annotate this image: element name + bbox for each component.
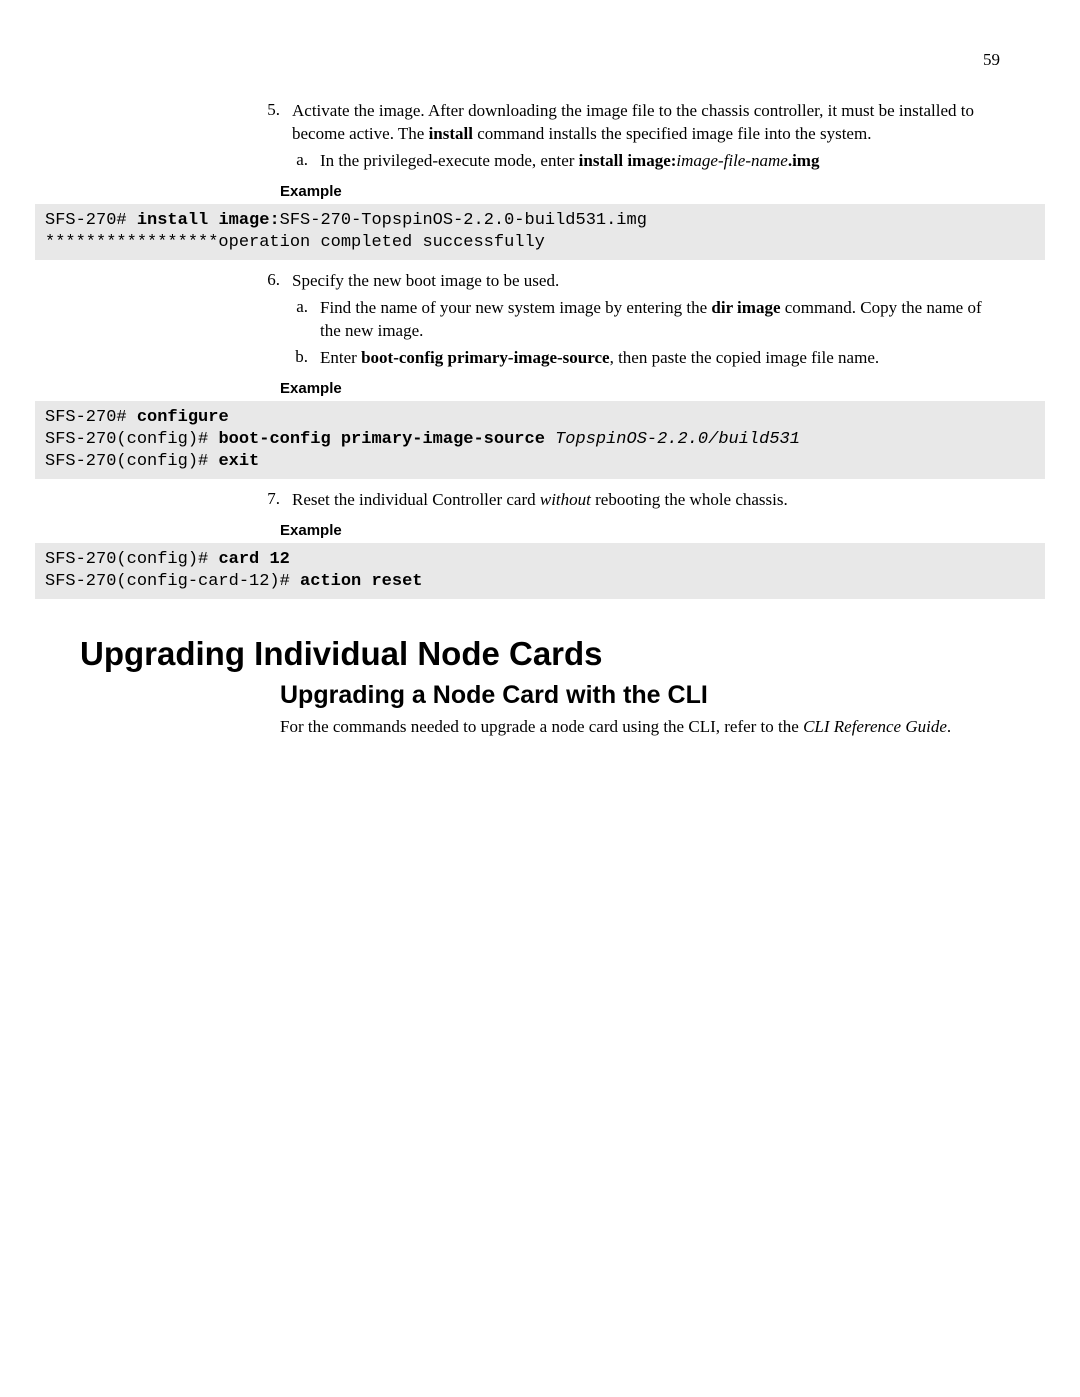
heading-upgrading-individual-node-cards: Upgrading Individual Node Cards [80, 635, 1000, 673]
code1-l1c: SFS-270-TopspinOS-2.2.0-build531.img [280, 211, 647, 230]
step-6b: b. Enter boot-config primary-image-sourc… [80, 347, 1000, 370]
code2-l3a: SFS-270(config)# [45, 452, 218, 471]
step-6-number: 6. [80, 270, 292, 293]
step-6a-b1: dir image [711, 298, 780, 317]
code-block-1: SFS-270# install image:SFS-270-TopspinOS… [35, 204, 1045, 260]
step-5-bold: install [429, 124, 473, 143]
code2-l2a: SFS-270(config)# [45, 430, 218, 449]
step-5-text: Activate the image. After downloading th… [292, 100, 1000, 146]
code-block-2: SFS-270# configure SFS-270(config)# boot… [35, 401, 1045, 479]
code1-l1a: SFS-270# [45, 211, 137, 230]
step-5a-i1: image-file-name [676, 151, 787, 170]
code2-l2b: boot-config primary-image-source [218, 430, 555, 449]
step-6b-b1: boot-config primary-image-source [361, 348, 610, 367]
step-6a-text: Find the name of your new system image b… [320, 297, 1000, 343]
step-7: 7. Reset the individual Controller card … [80, 489, 1000, 512]
example-label-2: Example [280, 380, 1000, 397]
page-number: 59 [80, 50, 1000, 70]
step-5: 5. Activate the image. After downloading… [80, 100, 1000, 146]
code2-l2c: TopspinOS-2.2.0/build531 [555, 430, 800, 449]
step-5a-b2: .img [788, 151, 820, 170]
step-6b-t2: , then paste the copied image file name. [610, 348, 880, 367]
code3-l2b: action reset [300, 572, 422, 591]
step-5-number: 5. [80, 100, 292, 146]
step-5a-text: In the privileged-execute mode, enter in… [320, 150, 1000, 173]
page-container: 59 5. Activate the image. After download… [0, 0, 1080, 789]
step-6b-letter: b. [80, 347, 320, 370]
code2-l3b: exit [218, 452, 259, 471]
code3-l1b: card 12 [218, 550, 289, 569]
step-5a-letter: a. [80, 150, 320, 173]
step-6a-letter: a. [80, 297, 320, 343]
step-7-text: Reset the individual Controller card wit… [292, 489, 1000, 512]
step-5a-b1: install image: [579, 151, 677, 170]
code2-l1a: SFS-270# [45, 408, 137, 427]
step-5a-t1: In the privileged-execute mode, enter [320, 151, 579, 170]
p1a: For the commands needed to upgrade a nod… [280, 717, 803, 736]
step-6b-t1: Enter [320, 348, 361, 367]
step-6-text: Specify the new boot image to be used. [292, 270, 1000, 293]
step-5a: a. In the privileged-execute mode, enter… [80, 150, 1000, 173]
step-6b-text: Enter boot-config primary-image-source, … [320, 347, 1000, 370]
step-7-t2: rebooting the whole chassis. [591, 490, 788, 509]
example-label-1: Example [280, 183, 1000, 200]
heading-upgrading-node-card-cli: Upgrading a Node Card with the CLI [280, 681, 1000, 710]
step-5-t2: command installs the specified image fil… [473, 124, 871, 143]
code-block-3: SFS-270(config)# card 12 SFS-270(config-… [35, 543, 1045, 599]
code2-l1b: configure [137, 408, 229, 427]
step-7-number: 7. [80, 489, 292, 512]
paragraph-cli-reference: For the commands needed to upgrade a nod… [280, 716, 1000, 739]
code1-l1b: install image: [137, 211, 280, 230]
p1b: CLI Reference Guide [803, 717, 947, 736]
step-6a: a. Find the name of your new system imag… [80, 297, 1000, 343]
step-6: 6. Specify the new boot image to be used… [80, 270, 1000, 293]
example-label-3: Example [280, 522, 1000, 539]
step-6a-t1: Find the name of your new system image b… [320, 298, 711, 317]
step-7-i1: without [540, 490, 591, 509]
code3-l1a: SFS-270(config)# [45, 550, 218, 569]
code3-l2a: SFS-270(config-card-12)# [45, 572, 300, 591]
step-7-t1: Reset the individual Controller card [292, 490, 540, 509]
p1c: . [947, 717, 951, 736]
code1-l2: *****************operation completed suc… [45, 233, 545, 252]
